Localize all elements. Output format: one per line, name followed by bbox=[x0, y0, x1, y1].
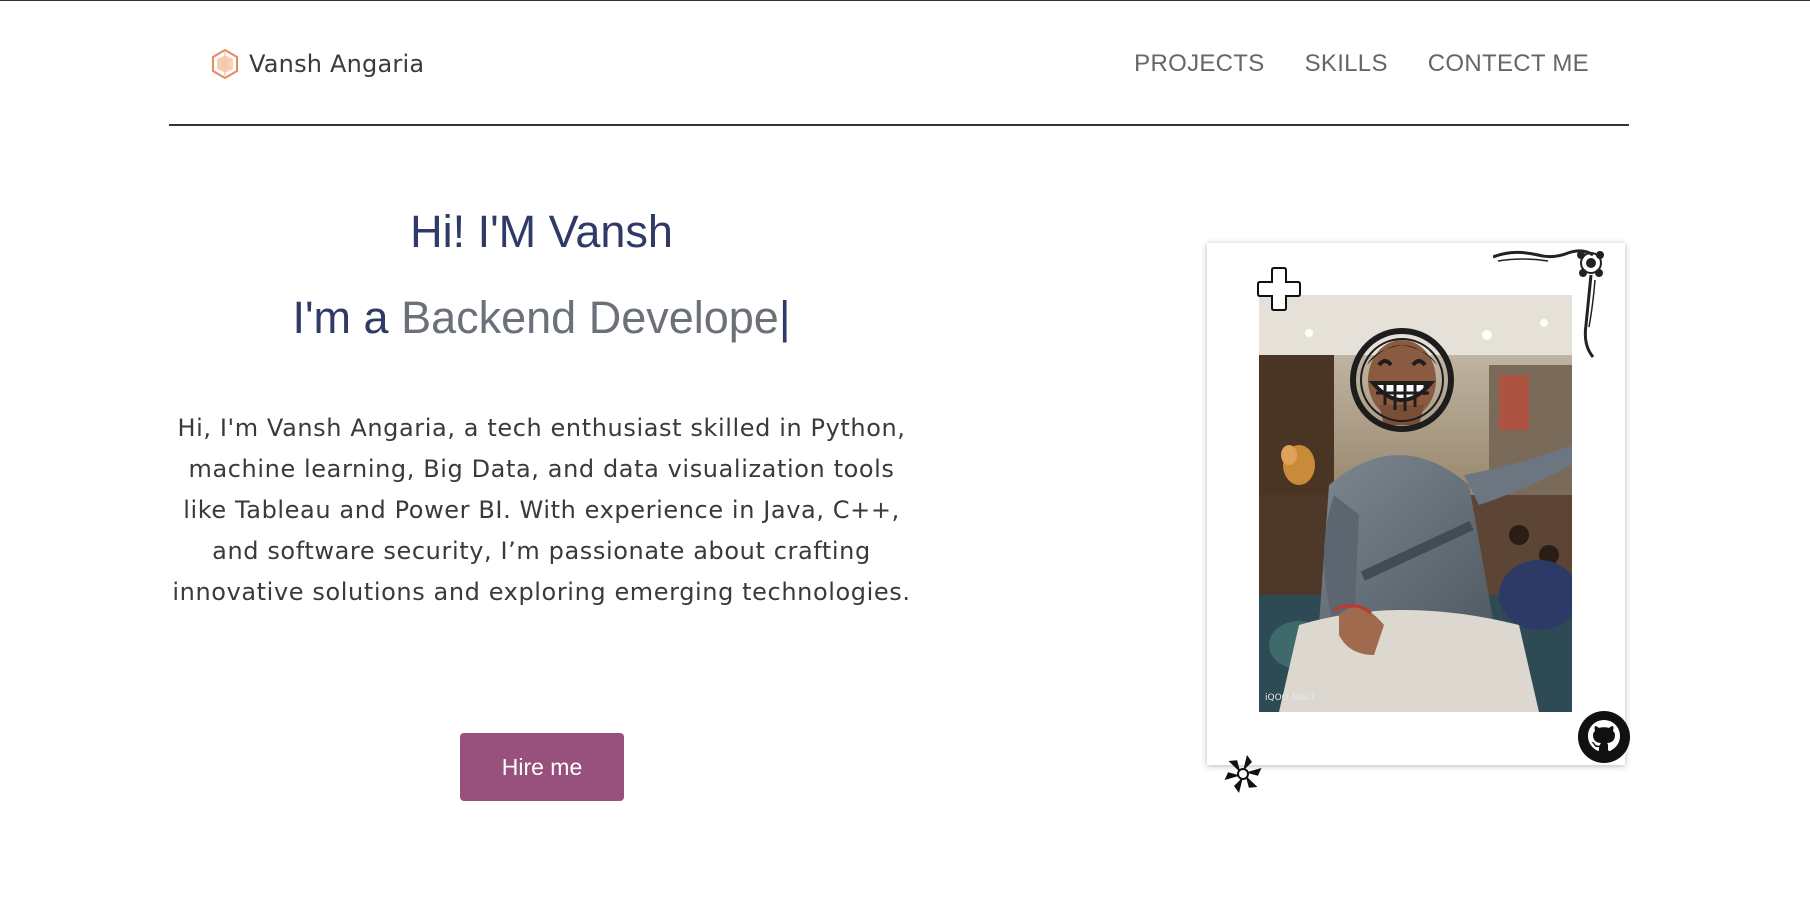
hire-me-button[interactable]: Hire me bbox=[460, 733, 624, 801]
hero-title: Hi! I'M Vansh bbox=[410, 206, 673, 257]
hero-role: I'm a Backend Develope| bbox=[169, 286, 914, 350]
nav-link-skills[interactable]: SKILLS bbox=[1305, 50, 1388, 78]
spiral-star-icon bbox=[1224, 755, 1262, 793]
top-border bbox=[0, 0, 1810, 1]
brand-name: Vansh Angaria bbox=[249, 50, 425, 78]
brand[interactable]: Vansh Angaria bbox=[209, 48, 424, 80]
profile-photo-frame: iQOO Neo7 bbox=[1207, 243, 1625, 765]
typing-cursor: | bbox=[778, 292, 791, 343]
nav-links: PROJECTS SKILLS CONTECT ME bbox=[1134, 50, 1589, 78]
nav-divider bbox=[169, 124, 1629, 126]
plus-icon bbox=[1257, 267, 1301, 311]
floral-corner-ornament bbox=[1493, 249, 1604, 358]
role-prefix: I'm a bbox=[292, 292, 402, 343]
nav-link-projects[interactable]: PROJECTS bbox=[1134, 50, 1264, 78]
role-typed-text: Backend Develope bbox=[401, 292, 779, 343]
photo-watermark: iQOO Neo7 bbox=[1265, 693, 1315, 703]
nav-link-contact[interactable]: CONTECT ME bbox=[1428, 50, 1589, 78]
hexagon-logo-icon bbox=[212, 48, 238, 80]
hero-bio: Hi, I'm Vansh Angaria, a tech enthusiast… bbox=[172, 414, 911, 606]
hero-intro: Hi! I'M Vansh I'm a Backend Develope| Hi… bbox=[169, 200, 914, 613]
grinning-face-icon bbox=[1350, 328, 1454, 432]
navbar: Vansh Angaria PROJECTS SKILLS CONTECT ME bbox=[169, 32, 1629, 92]
github-icon[interactable] bbox=[1577, 710, 1631, 764]
